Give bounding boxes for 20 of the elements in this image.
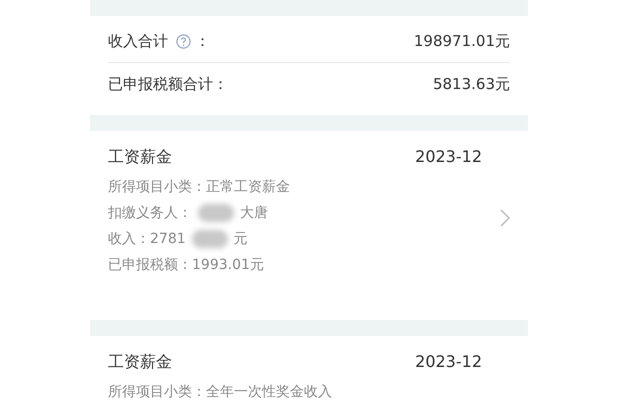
help-icon[interactable]	[176, 34, 191, 48]
redaction-blur	[198, 204, 234, 222]
record-title: 工资薪金	[108, 352, 172, 373]
summary-label: 收入合计	[108, 32, 168, 50]
record-detail: 所得项目小类：全年一次性奖金收入	[108, 383, 332, 400]
chevron-right-icon[interactable]	[500, 209, 510, 227]
colon-text: ：	[195, 32, 210, 50]
redaction-blur	[192, 230, 228, 248]
record-detail: 扣缴义务人：	[108, 204, 192, 222]
summary-value: 5813.63元	[432, 74, 510, 94]
record-detail: 元	[234, 230, 248, 248]
record-title: 工资薪金	[108, 147, 172, 168]
record-detail: 大唐	[240, 204, 268, 222]
record-period: 2023-12	[415, 147, 482, 168]
record-detail: 所得项目小类：正常工资薪金	[108, 178, 290, 196]
summary-value: 198971.01元	[414, 32, 510, 50]
record-detail: 已申报税额：1993.01元	[108, 256, 264, 274]
summary-label: 已申报税额合计：	[108, 74, 228, 94]
record-period: 2023-12	[415, 352, 482, 373]
record-detail: 收入：2781	[108, 230, 186, 248]
